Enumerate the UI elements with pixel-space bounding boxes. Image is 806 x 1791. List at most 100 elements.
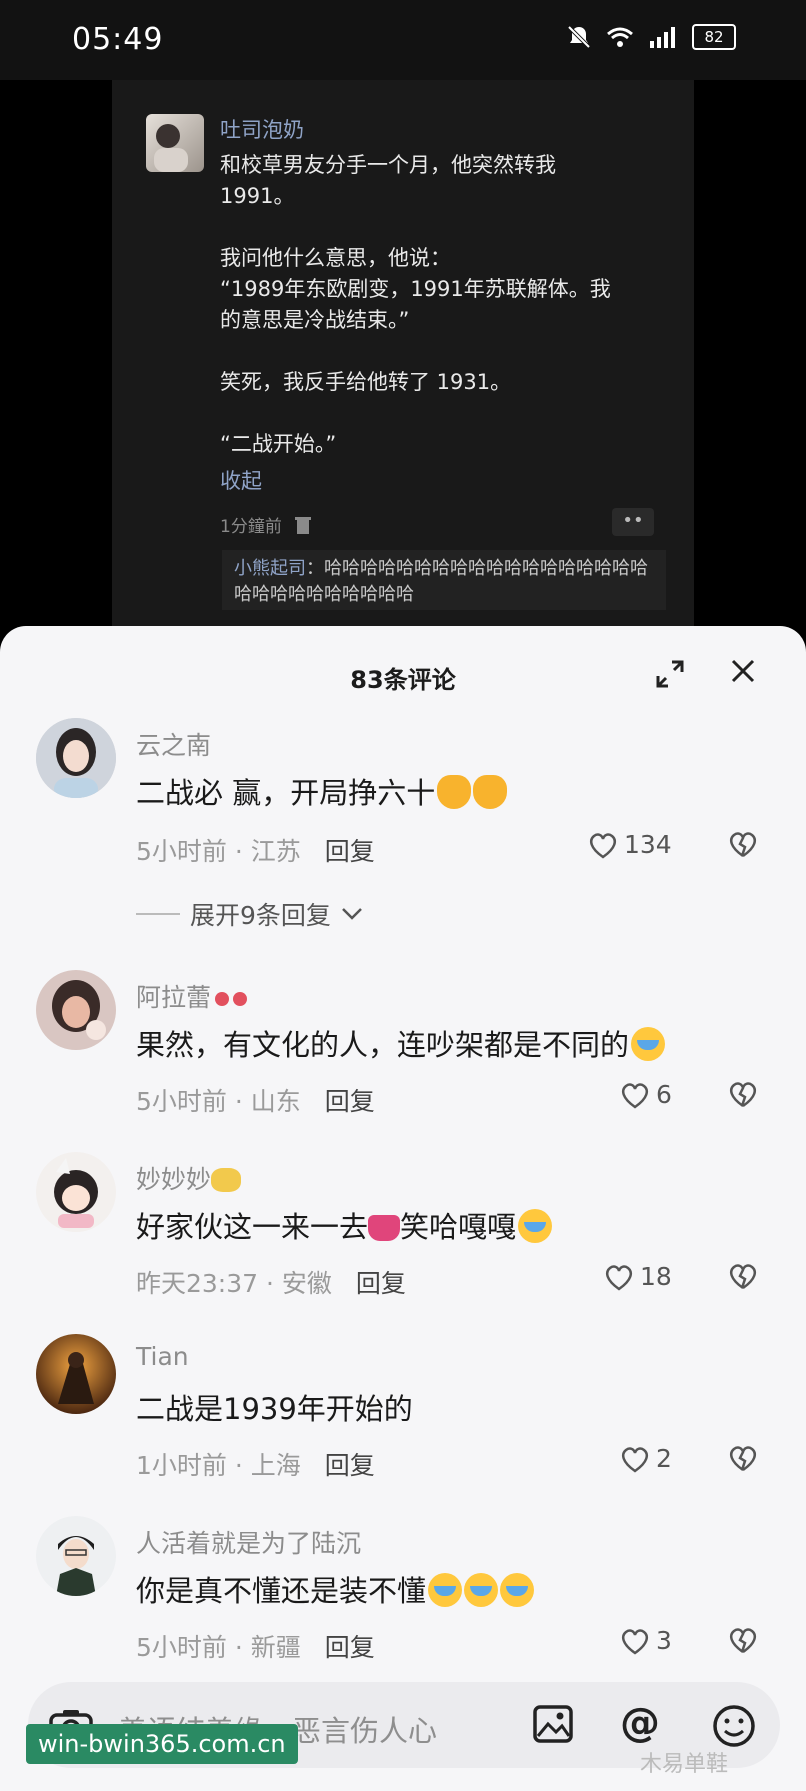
comment-time: 5小时前	[136, 1087, 227, 1116]
like-button[interactable]: 3	[620, 1626, 672, 1655]
cherry-emoji-icon	[215, 992, 230, 1006]
battery-indicator: 82	[692, 24, 736, 50]
comment-author: 阿拉蕾	[136, 978, 248, 1014]
crying-emoji-icon	[428, 1573, 463, 1607]
cellular-signal-icon	[650, 27, 675, 48]
heart-icon	[621, 1628, 649, 1655]
like-button[interactable]: 134	[588, 830, 672, 859]
comment-meta: 5小时前 · 新疆 回复	[136, 1633, 375, 1662]
comment-time: 5小时前	[136, 1633, 227, 1662]
reply-button[interactable]: 回复	[325, 837, 375, 866]
broken-heart-icon[interactable]	[728, 1444, 758, 1472]
comment-author-name[interactable]: 妙妙妙	[136, 1165, 211, 1194]
avatar[interactable]	[36, 718, 116, 798]
comment-meta: 5小时前 · 山东 回复	[136, 1087, 375, 1116]
clap-emoji-icon	[437, 775, 472, 809]
comment-time: 5小时前	[136, 837, 227, 866]
comment-time: 1小时前	[136, 1451, 227, 1480]
mute-bell-icon	[567, 25, 591, 49]
like-count: 134	[624, 830, 672, 859]
comment-text: 二战必 赢，开局挣六十	[136, 770, 508, 812]
emoji-smile-icon[interactable]	[712, 1704, 756, 1748]
divider-line	[136, 913, 180, 915]
comment-location: 新疆	[250, 1633, 301, 1662]
reply-author-name[interactable]: 小熊起司	[234, 558, 306, 579]
cherry-emoji-icon	[233, 992, 248, 1006]
collapse-link[interactable]: 收起	[220, 465, 262, 495]
more-options-button[interactable]: ••	[612, 508, 654, 536]
like-button[interactable]: 18	[604, 1262, 672, 1291]
watermark-left: win-bwin365.com.cn	[26, 1724, 298, 1764]
cat-emoji-icon	[211, 1168, 242, 1192]
comment-text: 二战是1939年开始的	[136, 1392, 413, 1426]
avatar[interactable]	[36, 970, 116, 1050]
comment-time: 昨天23:37	[136, 1269, 259, 1298]
avatar[interactable]	[36, 1516, 116, 1596]
laugh-cry-emoji-icon	[631, 1027, 666, 1061]
post-reply-preview: 小熊起司：哈哈哈哈哈哈哈哈哈哈哈哈哈哈哈哈哈哈哈哈哈哈哈哈哈哈哈哈	[222, 550, 666, 610]
comment-location: 山东	[250, 1087, 301, 1116]
close-icon[interactable]	[728, 656, 758, 686]
comment-meta: 昨天23:37 · 安徽 回复	[136, 1269, 406, 1298]
watermark-right: 木易单鞋	[640, 1752, 729, 1777]
comment-text: 好家伙这一来一去 笑哈嘎嘎	[136, 1204, 553, 1246]
comment-text-part-a: 好家伙这一来一去	[136, 1210, 369, 1244]
comment-text: 果然，有文化的人，连吵架都是不同的	[136, 1022, 666, 1064]
comment-author-name[interactable]: 人活着就是为了陆沉	[136, 1524, 361, 1560]
heart-icon	[589, 832, 617, 859]
comment-text-content: 二战必 赢，开局挣六十	[136, 776, 436, 810]
like-button[interactable]: 2	[620, 1444, 672, 1473]
like-count: 3	[656, 1626, 672, 1655]
post-author-name[interactable]: 吐司泡奶	[220, 114, 304, 144]
reply-button[interactable]: 回复	[325, 1633, 375, 1662]
clap-emoji-icon	[473, 775, 508, 809]
expand-icon[interactable]	[654, 658, 686, 690]
comment-text: 你是真不懂还是装不懂	[136, 1568, 535, 1610]
crying-emoji-icon	[464, 1573, 499, 1607]
purse-emoji-icon	[368, 1215, 401, 1241]
like-count: 6	[656, 1080, 672, 1109]
post-meta: 1分鐘前	[220, 512, 312, 537]
avatar[interactable]	[36, 1334, 116, 1414]
comment-author-name[interactable]: 阿拉蕾	[136, 983, 211, 1012]
like-count: 2	[656, 1444, 672, 1473]
comment-text-content: 果然，有文化的人，连吵架都是不同的	[136, 1028, 630, 1062]
comment-meta: 5小时前 · 江苏 回复	[136, 837, 375, 866]
comment-author-name[interactable]: Tian	[136, 1342, 189, 1371]
status-time: 05:49	[72, 22, 164, 57]
status-bar: 05:49 82	[0, 0, 806, 80]
reply-button[interactable]: 回复	[356, 1269, 406, 1298]
chevron-down-icon	[342, 908, 362, 920]
post-card: 吐司泡奶 和校草男友分手一个月，他突然转我 1991。 我问他什么意思，他说： …	[112, 80, 694, 640]
post-body-text: 和校草男友分手一个月，他突然转我 1991。 我问他什么意思，他说： “1989…	[220, 153, 611, 456]
like-button[interactable]: 6	[620, 1080, 672, 1109]
expand-replies-button[interactable]: 展开9条回复	[136, 896, 363, 932]
comment-location: 安徽	[281, 1269, 332, 1298]
comment-author: 妙妙妙	[136, 1160, 242, 1196]
post-author-avatar[interactable]	[146, 114, 204, 172]
trash-icon[interactable]	[294, 515, 312, 535]
broken-heart-icon[interactable]	[728, 1080, 758, 1108]
comment-author-name[interactable]: 云之南	[136, 726, 211, 762]
image-icon[interactable]	[532, 1704, 574, 1744]
heart-icon	[621, 1446, 649, 1473]
broken-heart-icon[interactable]	[728, 830, 758, 858]
reply-button[interactable]: 回复	[325, 1087, 375, 1116]
expand-replies-label: 展开9条回复	[190, 901, 331, 930]
comment-text-content: 你是真不懂还是装不懂	[136, 1574, 427, 1608]
status-icons: 82	[566, 24, 736, 50]
crying-emoji-icon	[500, 1573, 535, 1607]
laugh-cry-emoji-icon	[518, 1209, 553, 1243]
heart-icon	[605, 1264, 633, 1291]
comment-meta: 1小时前 · 上海 回复	[136, 1451, 375, 1480]
reply-button[interactable]: 回复	[325, 1451, 375, 1480]
comment-location: 上海	[250, 1451, 301, 1480]
avatar[interactable]	[36, 1152, 116, 1232]
broken-heart-icon[interactable]	[728, 1262, 758, 1290]
post-time: 1分鐘前	[220, 517, 282, 537]
heart-icon	[621, 1082, 649, 1109]
broken-heart-icon[interactable]	[728, 1626, 758, 1654]
wifi-icon	[607, 27, 633, 47]
comment-location: 江苏	[250, 837, 301, 866]
mention-at-icon[interactable]: @	[620, 1700, 660, 1746]
